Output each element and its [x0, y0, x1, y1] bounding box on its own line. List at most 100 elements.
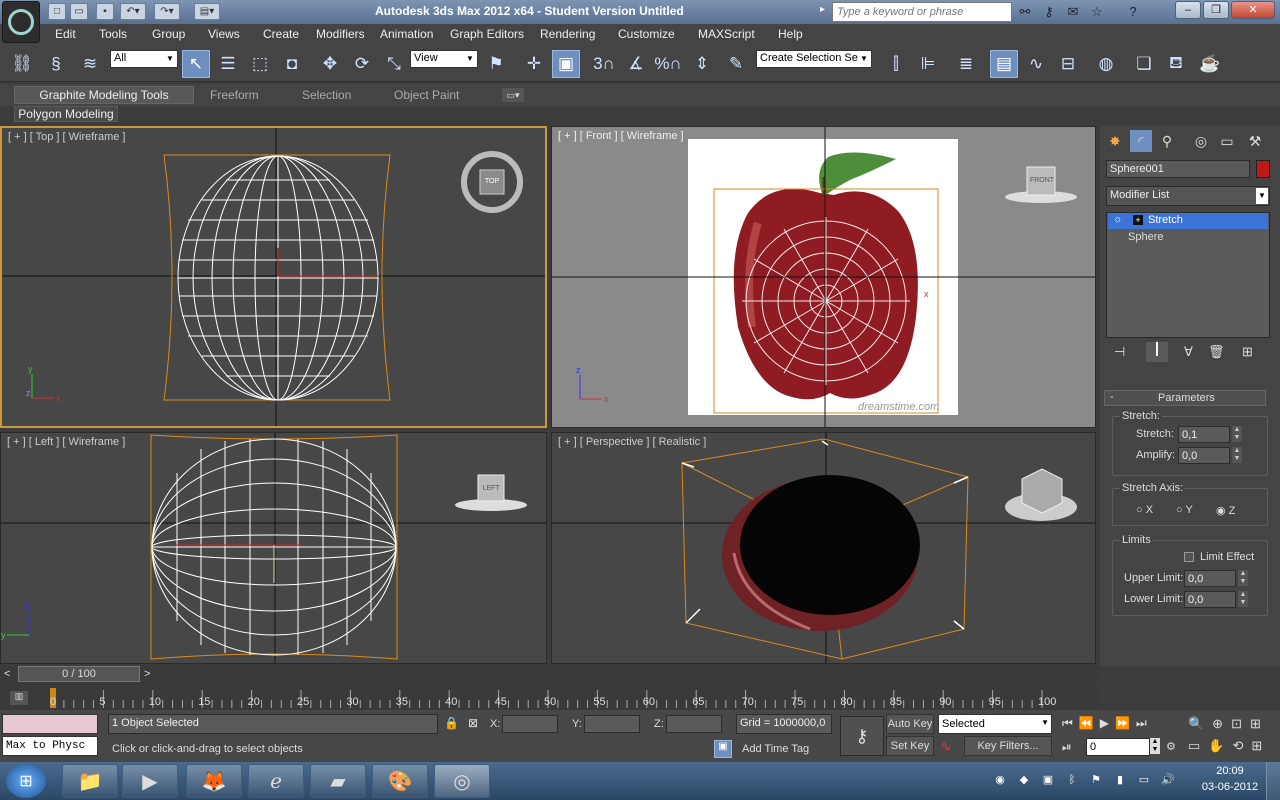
key-icon[interactable]: ⚷ [1040, 3, 1058, 21]
polygon-modeling-panel[interactable]: Polygon Modeling [14, 106, 118, 122]
menu-graph-editors[interactable]: Graph Editors [450, 27, 524, 41]
keyboard-shortcut-override-icon[interactable]: ▣ [552, 50, 580, 78]
utilities-tab-icon[interactable]: ⚒ [1244, 130, 1266, 152]
named-selection-select[interactable]: Create Selection Se ▼ [756, 50, 872, 68]
display-tab-icon[interactable]: ▭ [1216, 130, 1238, 152]
pin-stack-icon[interactable]: ⊣ [1114, 344, 1125, 360]
select-object-icon[interactable]: ↖ [182, 50, 210, 78]
tab-graphite-modeling-tools[interactable]: Graphite Modeling Tools [14, 86, 194, 104]
show-desktop-button[interactable] [1266, 762, 1280, 800]
axis-y-radio[interactable]: ○ Y [1176, 504, 1193, 516]
viewport-nav-top[interactable]: 🔍⊕⊡⊞ [1188, 716, 1269, 732]
amplify-spinner[interactable]: ▲ ▼ [1232, 447, 1242, 463]
binoculars-icon[interactable]: ⚯ [1016, 3, 1034, 21]
spinner-snap-icon[interactable]: ⇕ [688, 50, 716, 78]
tray-monitor-icon[interactable]: ▭ [1136, 772, 1152, 788]
current-frame-spinner[interactable]: ▲ ▼ [1150, 738, 1160, 754]
absolute-mode-icon[interactable]: ⊠ [468, 716, 478, 730]
star-icon[interactable]: ☆ [1088, 3, 1106, 21]
limit-effect-checkbox[interactable] [1184, 552, 1194, 562]
communication-icon[interactable]: ✉ [1064, 3, 1082, 21]
rendered-frame-window-icon[interactable]: ⛾ [1162, 50, 1190, 78]
key-mode-select[interactable]: Selected ▼ [938, 714, 1052, 734]
explorer-taskbar-icon[interactable]: 📁 [62, 764, 118, 798]
playback-controls[interactable]: ⏮⏪▶⏩⏭ [1062, 716, 1153, 731]
axis-x-radio[interactable]: ○ X [1136, 504, 1153, 516]
y-coord-input[interactable] [584, 715, 640, 733]
z-coord-input[interactable] [666, 715, 722, 733]
stretch-input[interactable]: 0,1 [1178, 426, 1230, 443]
menu-rendering[interactable]: Rendering [540, 27, 595, 41]
tab-selection[interactable]: Selection [302, 88, 351, 102]
media-player-taskbar-icon[interactable]: ▶ [122, 764, 178, 798]
configure-sets-icon[interactable]: ⊞ [1242, 344, 1253, 360]
maxscript-listener-pink[interactable] [2, 714, 98, 734]
snaps-toggle-icon[interactable]: 3 ∩ [590, 50, 618, 78]
tab-freeform[interactable]: Freeform [210, 88, 259, 102]
selection-filter-select[interactable]: All ▼ [110, 50, 178, 68]
bulb-icon[interactable]: ☼ [1113, 214, 1122, 225]
maxscript-mini-listener[interactable]: Max to Physc [2, 736, 98, 756]
object-color-swatch[interactable] [1256, 160, 1270, 178]
mirror-icon[interactable]: ⫿ [882, 50, 910, 78]
menu-help[interactable]: Help [778, 27, 803, 41]
viewport-perspective[interactable]: [ + ] [ Perspective ] [ Realistic ] [551, 432, 1096, 664]
rectangular-region-icon[interactable]: ⬚ [246, 50, 274, 78]
make-unique-icon[interactable]: ∀ [1184, 344, 1193, 360]
close-button[interactable]: ✕ [1231, 1, 1275, 19]
rotate-icon[interactable]: ⟳ [348, 50, 376, 78]
x-coord-input[interactable] [502, 715, 558, 733]
stack-item-sphere[interactable]: Sphere [1128, 231, 1163, 243]
set-key-button[interactable]: Set Key [886, 736, 934, 756]
reference-coordinate-select[interactable]: View ▼ [410, 50, 478, 68]
firefox-taskbar-icon[interactable]: 🦊 [186, 764, 242, 798]
graphite-toggle-icon[interactable]: ▤ [990, 50, 1018, 78]
minimize-button[interactable]: – [1175, 1, 1201, 19]
menu-views[interactable]: Views [208, 27, 240, 41]
viewcube-top[interactable]: TOP [480, 178, 504, 185]
clock-date[interactable]: 03-06-2012 [1200, 781, 1260, 793]
time-slider[interactable]: 0 / 100 [18, 666, 140, 682]
key-mode-toggle-icon[interactable]: ⏯ [1062, 740, 1072, 755]
scale-icon[interactable]: ⤡ [380, 50, 408, 78]
volume-icon[interactable]: 🔊 [1160, 772, 1176, 788]
motion-tab-icon[interactable]: ◎ [1190, 130, 1212, 152]
maximize-button[interactable]: ❐ [1203, 1, 1229, 19]
bluetooth-icon[interactable]: ᛒ [1064, 772, 1080, 788]
render-setup-icon[interactable]: ❏ [1130, 50, 1158, 78]
power-icon[interactable]: ▮ [1112, 772, 1128, 788]
tab-object-paint[interactable]: Object Paint [394, 88, 459, 102]
create-tab-icon[interactable]: ✸ [1104, 130, 1126, 152]
object-name-field[interactable]: Sphere001 [1106, 160, 1250, 178]
menu-modifiers[interactable]: Modifiers [316, 27, 365, 41]
expand-plus-icon[interactable]: + [1133, 215, 1143, 225]
search-input[interactable]: Type a keyword or phrase [832, 2, 1012, 22]
chevron-down-icon[interactable]: ▼ [1256, 188, 1268, 204]
key-tangent-icon[interactable]: ∿ [940, 738, 960, 756]
auto-key-button[interactable]: Auto Key [886, 714, 934, 734]
axis-z-radio[interactable]: ◉ Z [1216, 504, 1235, 517]
pivot-center-icon[interactable]: ⚑ [482, 50, 510, 78]
render-production-icon[interactable]: ☕ [1196, 50, 1224, 78]
viewport-front[interactable]: [ + ] [ Front ] [ Wireframe ] x zx FRONT… [551, 126, 1096, 428]
curve-editor-icon[interactable]: ∿ [1022, 50, 1050, 78]
select-manipulate-icon[interactable]: ✛ [520, 50, 548, 78]
menu-edit[interactable]: Edit [55, 27, 76, 41]
flag-icon[interactable]: ⚑ [1088, 772, 1104, 788]
menu-create[interactable]: Create [263, 27, 299, 41]
select-by-name-icon[interactable]: ☰ [214, 50, 242, 78]
redo-icon[interactable]: ↷▾ [154, 3, 180, 20]
angle-snap-icon[interactable]: ∡ [622, 50, 650, 78]
menu-group[interactable]: Group [152, 27, 185, 41]
open-icon[interactable]: ▭ [70, 3, 88, 20]
menu-customize[interactable]: Customize [618, 27, 675, 41]
help-icon[interactable]: ? [1124, 3, 1142, 21]
viewport-top[interactable]: [ + ] [ Top ] [ Wireframe ] yzx TOP [0, 126, 547, 428]
collapse-minus-icon[interactable]: - [1110, 391, 1114, 403]
clock-time[interactable]: 20:09 [1206, 765, 1254, 777]
material-editor-icon[interactable]: ◍ [1092, 50, 1120, 78]
mini-curve-editor-icon[interactable]: ▥ [10, 691, 28, 705]
sticky-notes-taskbar-icon[interactable]: ▰ [310, 764, 366, 798]
undo-icon[interactable]: ↶▾ [120, 3, 146, 20]
start-button-icon[interactable]: ⊞ [6, 764, 46, 798]
